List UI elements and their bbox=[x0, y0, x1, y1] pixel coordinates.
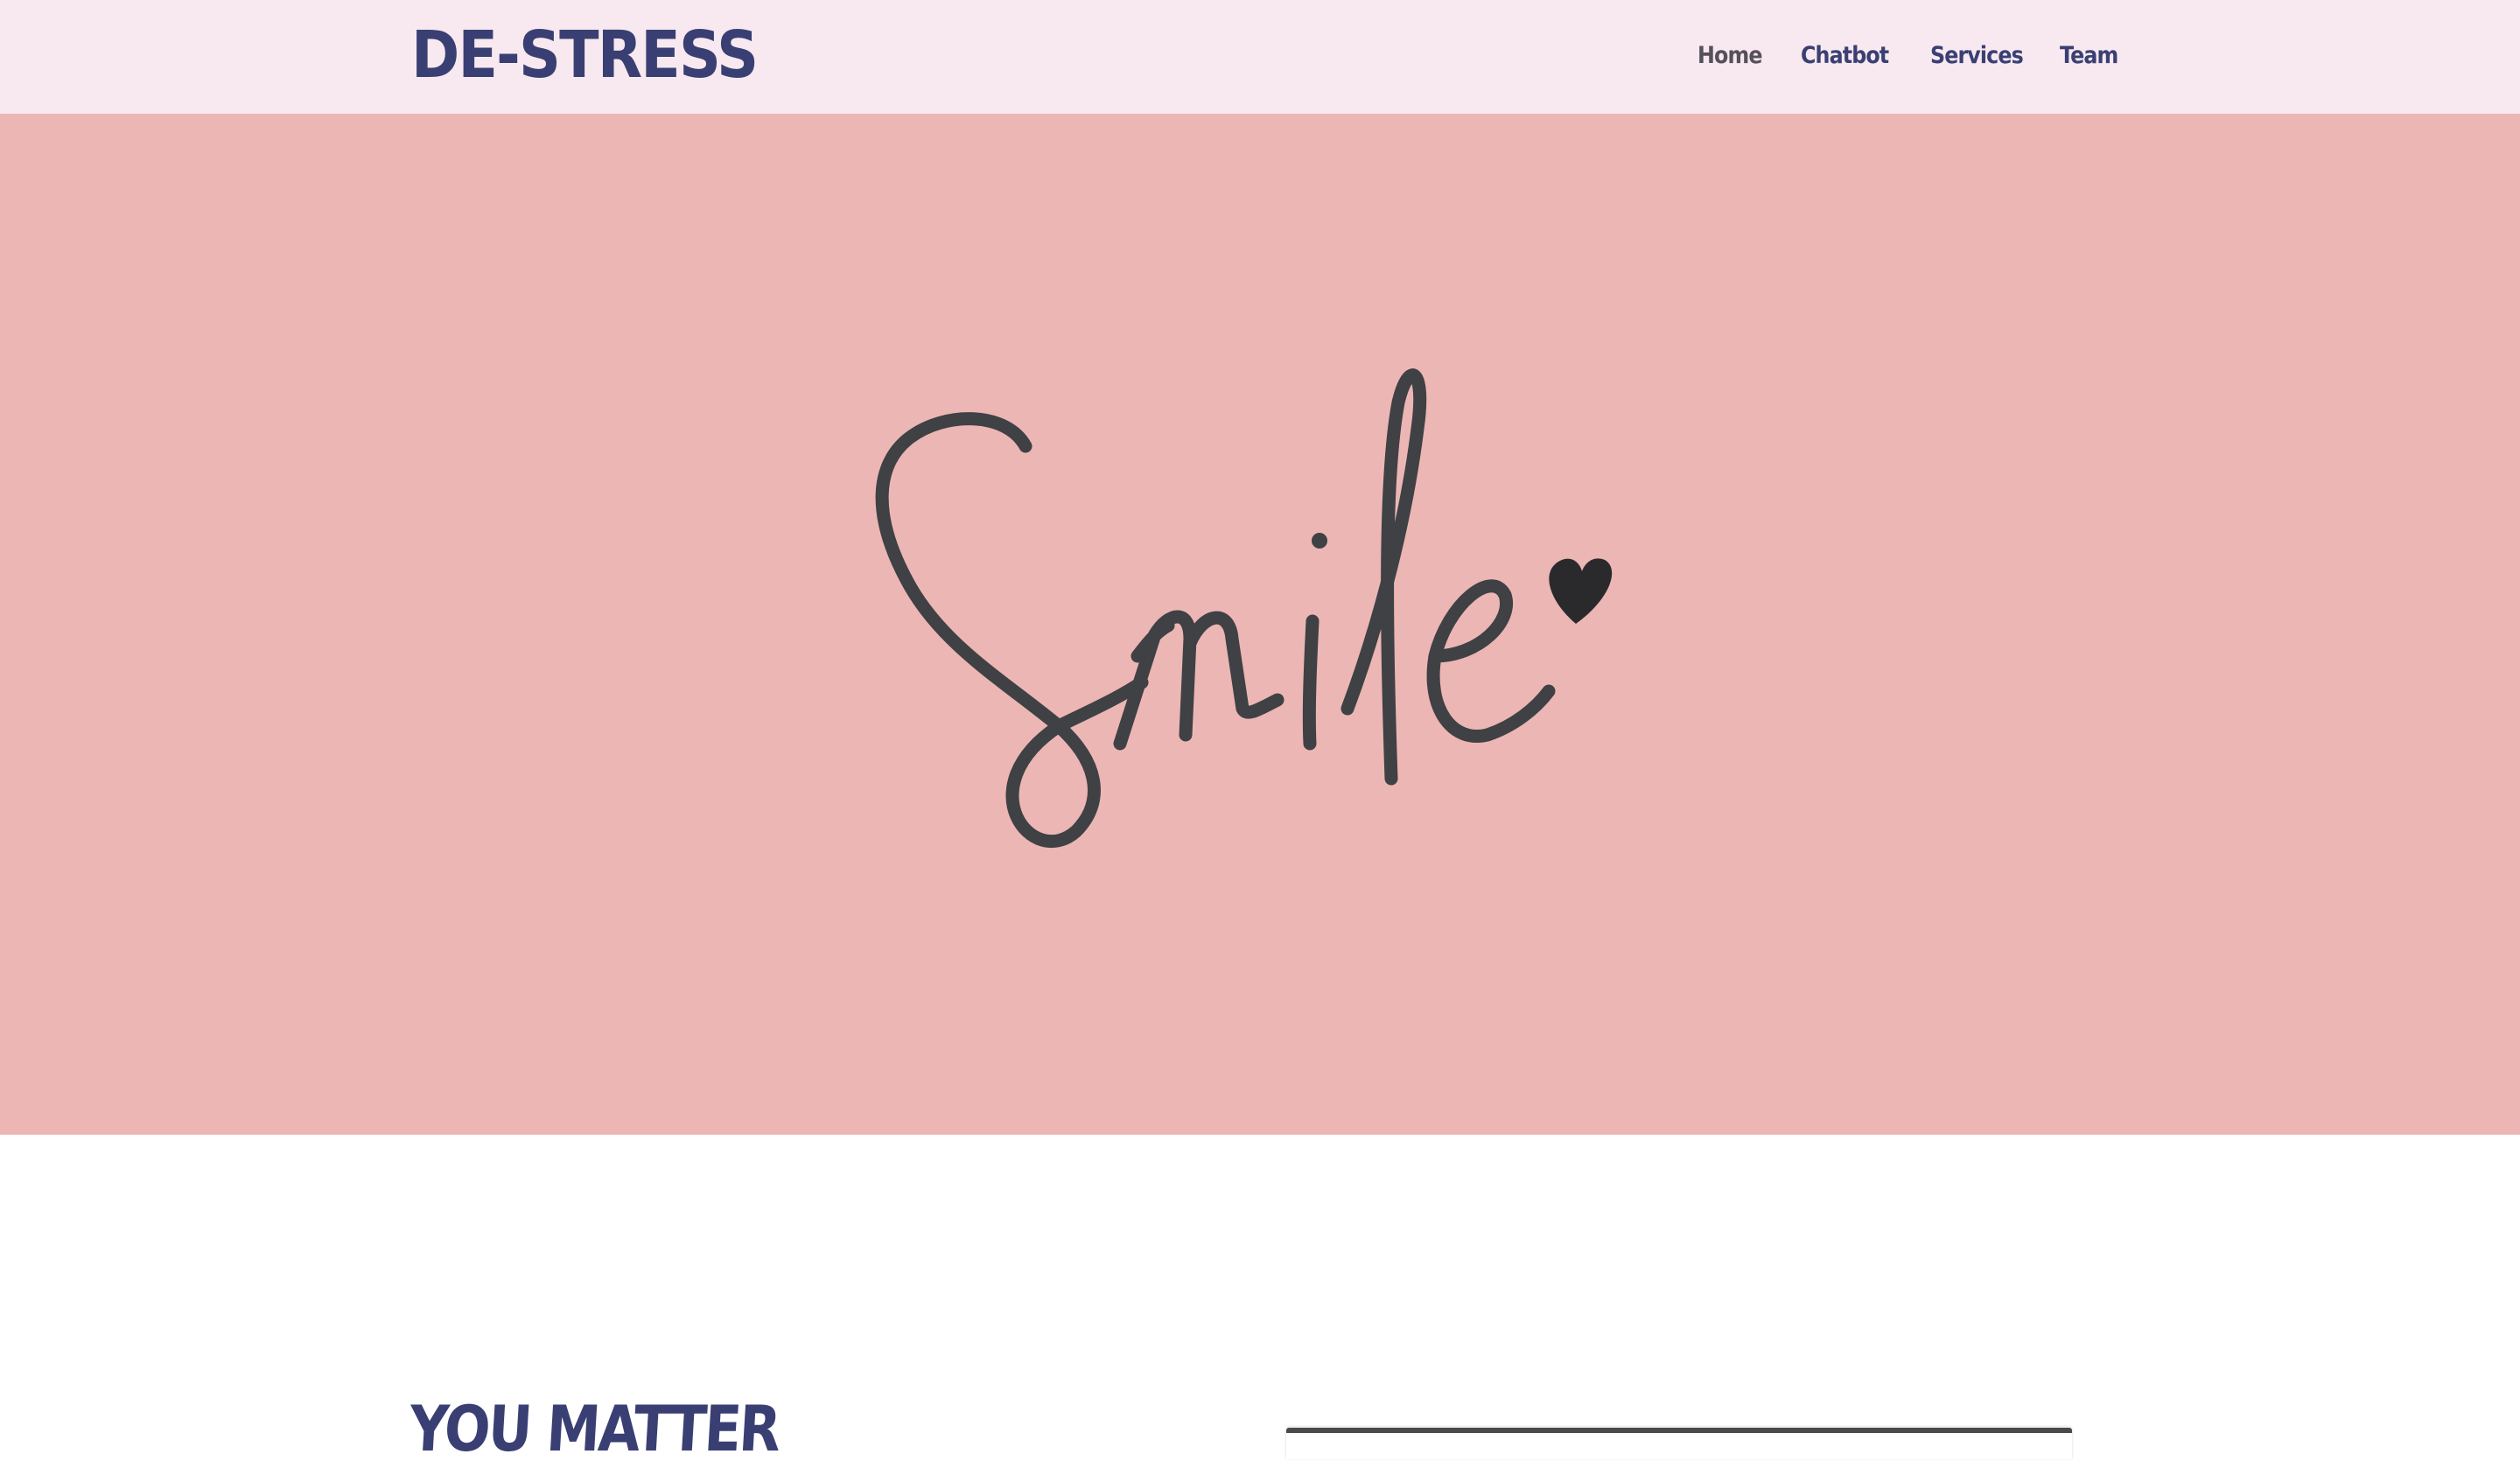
hero-banner bbox=[0, 114, 2520, 1135]
you-matter-heading: YOU MATTER bbox=[407, 1391, 781, 1465]
top-navbar: DE-STRESS Home Chatbot Services Team bbox=[0, 0, 2520, 114]
site-logo[interactable]: DE-STRESS bbox=[411, 16, 759, 94]
smile-handwriting-image bbox=[875, 368, 1613, 849]
nav-link-team[interactable]: Team bbox=[2060, 37, 2118, 75]
media-frame bbox=[1286, 1428, 2072, 1459]
nav-link-services[interactable]: Services bbox=[1930, 37, 2024, 75]
heart-icon bbox=[1549, 558, 1613, 624]
nav-link-home[interactable]: Home bbox=[1698, 37, 1762, 75]
nav-link-chatbot[interactable]: Chatbot bbox=[1801, 37, 1889, 75]
